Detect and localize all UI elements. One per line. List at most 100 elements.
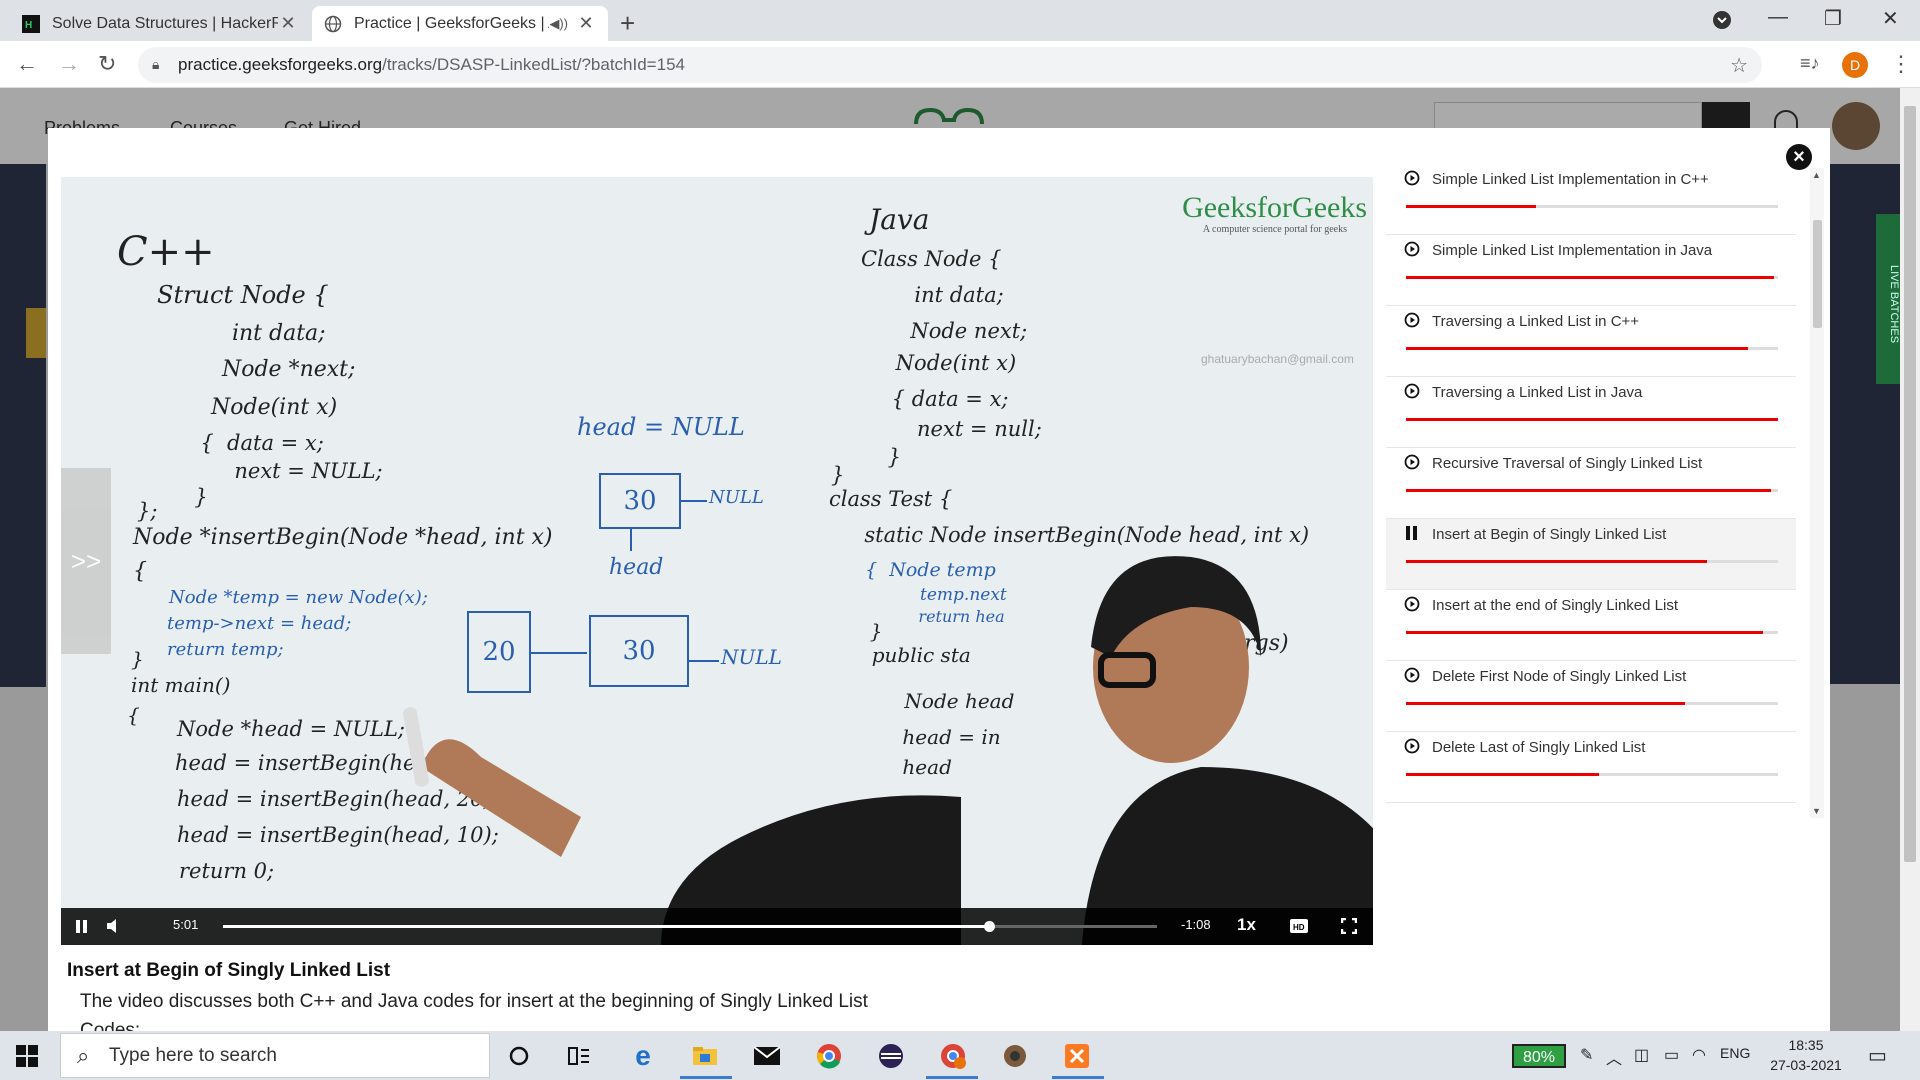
pen-icon[interactable]: ✎ [1580,1045,1593,1065]
audio-playing-icon[interactable]: ◀)) [549,16,568,32]
user-avatar[interactable] [1832,102,1880,150]
playlist-item-progress [1406,631,1778,634]
file-explorer-icon[interactable] [688,1039,722,1073]
chrome-icon[interactable] [812,1039,846,1073]
tab-strip: H Solve Data Structures | HackerRa ✕ Pra… [0,0,1920,41]
playlist-item-progress [1406,276,1778,279]
profile-avatar[interactable]: D [1842,52,1868,78]
taskbar-search-input[interactable]: ⌕ Type here to search [60,1033,490,1078]
browser-menu-icon[interactable]: ⋮ [1890,51,1912,77]
presenter-figure [1081,556,1373,945]
edge-icon[interactable]: e [626,1039,660,1073]
play-circle-icon [1404,596,1420,612]
playlist-item[interactable]: Simple Linked List Implementation in Jav… [1386,235,1796,306]
tab-search-icon[interactable] [1712,10,1732,36]
board-java-test: } [857,619,883,643]
taskbar-search-placeholder: Type here to search [109,1044,277,1066]
eclipse-icon[interactable] [874,1039,908,1073]
task-view-icon[interactable] [562,1039,596,1073]
clock[interactable]: 18:35 27-03-2021 [1756,1035,1856,1075]
playlist-item[interactable]: Insert at Begin of Singly Linked List [1386,519,1796,590]
address-bar: ← → ↻ 🔒︎ practice.geeksforgeeks.org/trac… [0,41,1920,88]
pause-icon[interactable] [75,919,89,939]
minimize-button[interactable]: — [1768,6,1788,29]
playlist-item-progress-fill [1406,631,1764,634]
seek-bar-fill [223,925,989,928]
playlist-item-title: Simple Linked List Implementation in C++ [1432,171,1709,188]
cortana-icon[interactable] [502,1039,536,1073]
close-tab-icon[interactable]: ✕ [576,13,596,34]
tab-hackerrank[interactable]: H Solve Data Structures | HackerRa ✕ [10,6,310,41]
maximize-button[interactable]: ❐ [1824,6,1842,31]
playlist-item-progress-fill [1406,276,1775,279]
video-player[interactable]: GeeksforGeeks A computer science portal … [61,177,1373,945]
playlist-item[interactable]: Traversing a Linked List in C++ [1386,306,1796,377]
playlist-item-progress [1406,702,1778,705]
board-java-line: } [881,445,902,469]
playlist-item[interactable]: Delete First Node of Singly Linked List [1386,661,1796,732]
play-circle-icon [1404,312,1420,328]
notifications-icon[interactable]: ▭ [1868,1043,1887,1068]
lock-icon: 🔒︎ [152,56,160,72]
playlist: Simple Linked List Implementation in C++… [1386,168,1796,818]
tab-geeksforgeeks[interactable]: Practice | GeeksforGeeks | A ◀)) ✕ [312,6,608,41]
xampp-icon[interactable] [1060,1039,1094,1073]
webcam-icon[interactable]: ◫ [1634,1045,1649,1065]
file-explorer-active-indicator [680,1076,732,1079]
seek-bar-handle[interactable] [983,921,995,932]
battery-icon[interactable]: ▭ [1664,1045,1679,1065]
playlist-item-progress-fill [1406,702,1685,705]
site-logo[interactable] [912,104,986,128]
scroll-up-icon[interactable]: ▲ [1812,170,1821,180]
new-tab-button[interactable]: + [620,8,635,39]
playlist-item[interactable]: Recursive Traversal of Singly Linked Lis… [1386,448,1796,519]
media-control-icon[interactable]: ≡♪ [1800,53,1820,74]
reload-button[interactable]: ↻ [98,51,116,77]
playlist-item-title: Delete First Node of Singly Linked List [1432,668,1687,685]
board-java-line: { data = x; [885,387,1009,411]
windows-start-icon[interactable] [16,1045,38,1067]
playlist-item-progress-fill [1406,773,1600,776]
chrome-profile-icon[interactable] [936,1039,970,1073]
forward-button[interactable]: → [58,51,80,77]
show-hidden-icons[interactable]: ︿ [1606,1045,1622,1069]
close-tab-icon[interactable]: ✕ [278,13,298,34]
url-path: /tracks/DSASP-LinkedList/?batchId=154 [382,55,685,74]
playlist-item-progress-fill [1406,347,1749,350]
bookmark-star-icon[interactable]: ☆ [1730,53,1748,78]
play-circle-icon [1404,667,1420,683]
playlist-item-progress-fill [1406,418,1778,421]
scroll-down-icon[interactable]: ▼ [1812,806,1821,816]
skip-forward-button[interactable]: >> [61,468,111,654]
tab-title: Solve Data Structures | HackerRa [52,14,278,32]
clock-time: 18:35 [1788,1037,1824,1053]
language-indicator[interactable]: ENG [1720,1045,1750,1061]
board-java-test: class Test { [829,487,953,511]
play-circle-icon [1404,241,1420,257]
page-scrollbar-thumb[interactable] [1904,106,1916,862]
playlist-scrollbar-thumb[interactable] [1813,220,1822,328]
url-input[interactable]: 🔒︎ practice.geeksforgeeks.org/tracks/DSA… [138,47,1762,83]
hd-quality-icon[interactable]: HD [1289,918,1309,939]
playlist-item-progress [1406,489,1778,492]
playlist-item-progress-fill [1406,489,1771,492]
close-window-button[interactable]: ✕ [1882,6,1899,31]
modal-close-button[interactable]: × [1786,144,1812,170]
playlist-item-title: Insert at the end of Singly Linked List [1432,597,1678,614]
mail-icon[interactable] [750,1039,784,1073]
back-button[interactable]: ← [16,51,38,77]
wifi-icon[interactable]: ◠ [1692,1045,1706,1065]
video-controls: 5:01 -1:08 1x HD [61,908,1373,945]
playlist-item[interactable]: Traversing a Linked List in Java [1386,377,1796,448]
playback-speed-button[interactable]: 1x [1237,915,1256,935]
playlist-item[interactable]: Simple Linked List Implementation in C++ [1386,168,1796,235]
fullscreen-icon[interactable] [1340,917,1358,939]
playlist-item[interactable]: Insert at the end of Singly Linked List [1386,590,1796,661]
playlist-item-progress-fill [1406,205,1537,208]
playlist-item[interactable]: Delete Last of Singly Linked List [1386,732,1796,803]
live-batches-tab[interactable]: LIVE BATCHES [1876,214,1900,384]
seek-bar[interactable] [223,921,1157,932]
app-gear-icon[interactable] [998,1039,1032,1073]
volume-icon[interactable] [105,918,123,939]
battery-indicator[interactable]: 80% [1512,1044,1566,1068]
